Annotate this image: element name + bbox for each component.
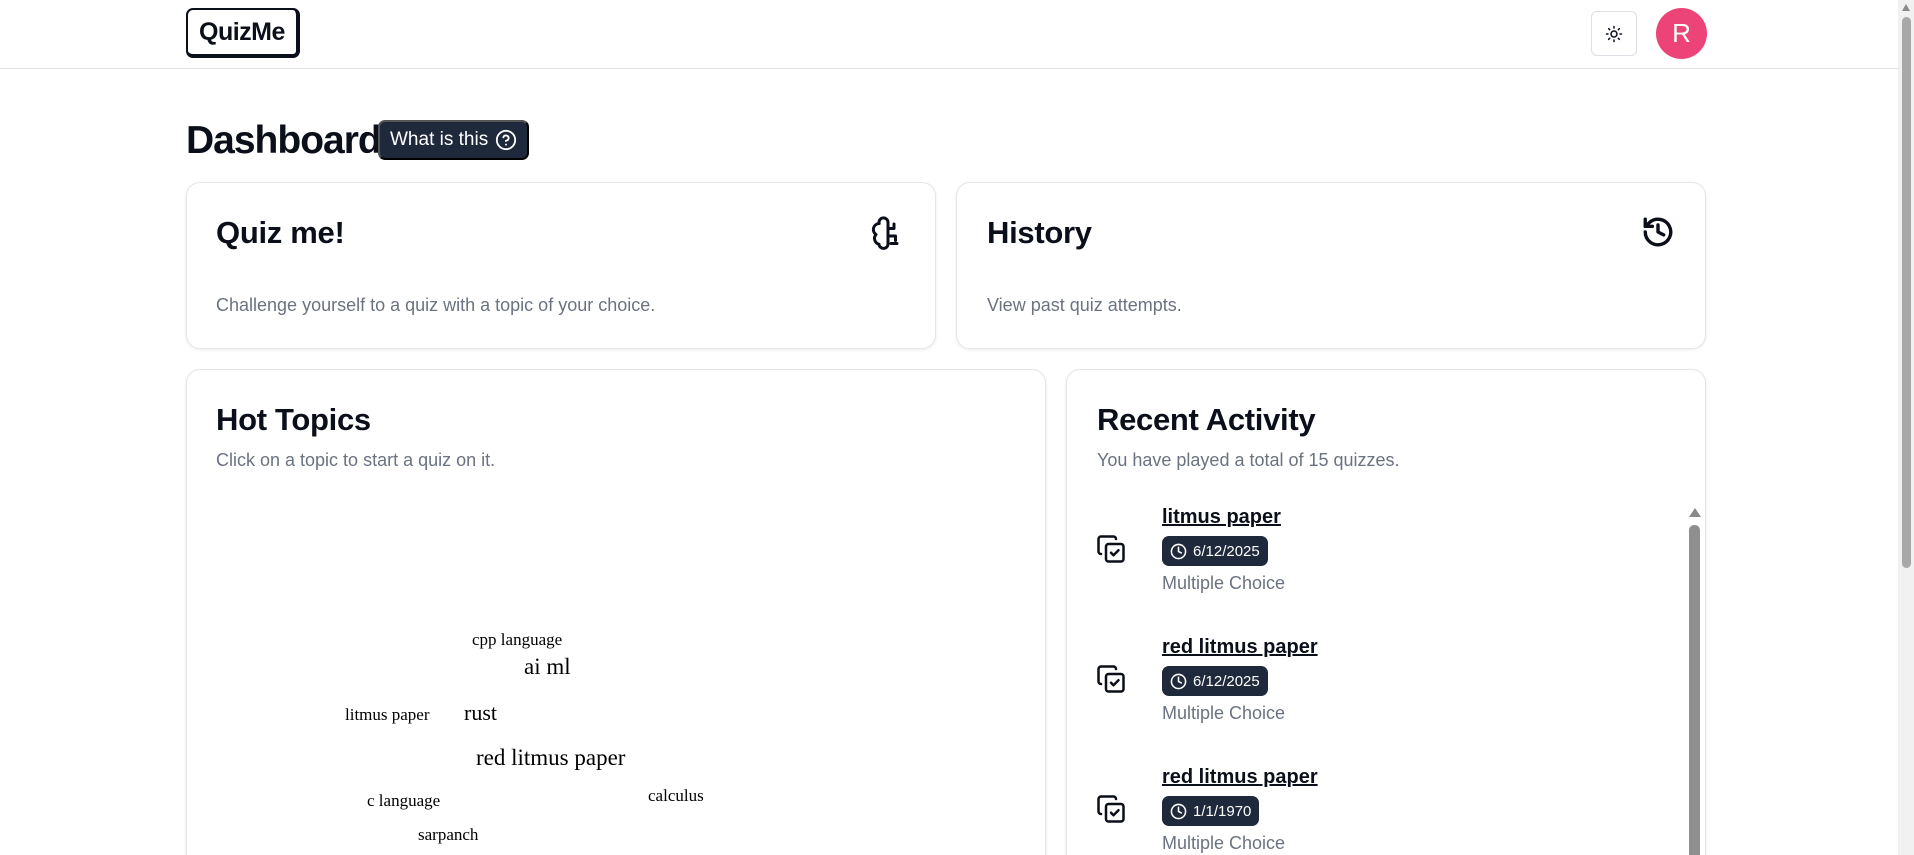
activity-title-link[interactable]: litmus paper bbox=[1162, 506, 1281, 529]
clock-icon bbox=[1170, 543, 1187, 559]
topic-word[interactable]: cpp language bbox=[472, 630, 562, 650]
activity-list-item: red litmus paper 1/1/1970 Multiple Choic… bbox=[1096, 766, 1656, 855]
page-title: Dashboard bbox=[186, 119, 382, 162]
topic-word[interactable]: sarpanch bbox=[418, 825, 478, 845]
copy-check-icon bbox=[1097, 535, 1125, 563]
scroll-up-arrow[interactable] bbox=[1689, 508, 1701, 517]
scrollbar-thumb[interactable] bbox=[1902, 17, 1911, 568]
quiz-me-description: Challenge yourself to a quiz with a topi… bbox=[216, 295, 656, 315]
activity-date-badge: 6/12/2025 bbox=[1162, 666, 1268, 696]
history-description: View past quiz attempts. bbox=[987, 295, 1182, 315]
activity-title-link[interactable]: red litmus paper bbox=[1162, 766, 1318, 789]
scroll-up-arrow[interactable] bbox=[1902, 4, 1910, 11]
topic-word[interactable]: red litmus paper bbox=[476, 745, 625, 771]
history-icon bbox=[1643, 217, 1673, 247]
activity-type: Multiple Choice bbox=[1162, 703, 1286, 723]
brain-icon bbox=[871, 216, 899, 250]
activity-list-item: litmus paper 6/12/2025 Multiple Choice bbox=[1096, 506, 1656, 626]
copy-check-icon bbox=[1097, 665, 1125, 693]
activity-list-scrollbar[interactable] bbox=[1688, 505, 1701, 855]
activity-title-link[interactable]: red litmus paper bbox=[1162, 636, 1318, 659]
activity-date-badge: 1/1/1970 bbox=[1162, 796, 1260, 826]
copy-check-icon bbox=[1097, 795, 1125, 823]
page-scrollbar[interactable] bbox=[1898, 0, 1914, 855]
scrollbar-thumb[interactable] bbox=[1689, 525, 1700, 855]
what-is-this-button[interactable]: What is this bbox=[378, 120, 530, 160]
history-card[interactable]: History View past quiz attempts. bbox=[956, 182, 1706, 349]
recent-activity-title: Recent Activity bbox=[1097, 402, 1316, 437]
activity-date: 1/1/1970 bbox=[1193, 802, 1252, 820]
activity-date: 6/12/2025 bbox=[1193, 672, 1260, 690]
sun-icon bbox=[1605, 25, 1623, 42]
topic-word[interactable]: ai ml bbox=[524, 654, 571, 680]
history-title: History bbox=[987, 215, 1092, 250]
topic-word[interactable]: litmus paper bbox=[345, 705, 430, 725]
topic-word[interactable]: rust bbox=[464, 700, 497, 726]
hot-topics-subtitle: Click on a topic to start a quiz on it. bbox=[216, 450, 496, 470]
hot-topics-title: Hot Topics bbox=[216, 402, 371, 437]
top-navbar: QuizMe R bbox=[0, 0, 1898, 69]
activity-type: Multiple Choice bbox=[1162, 833, 1286, 853]
clock-icon bbox=[1170, 803, 1187, 819]
app-logo[interactable]: QuizMe bbox=[186, 8, 300, 58]
clock-icon bbox=[1170, 673, 1187, 689]
what-is-this-label: What is this bbox=[390, 129, 489, 150]
topic-word[interactable]: calculus bbox=[648, 786, 704, 806]
user-avatar[interactable]: R bbox=[1656, 8, 1707, 59]
theme-toggle-button[interactable] bbox=[1591, 11, 1637, 56]
hot-topics-card: Hot Topics Click on a topic to start a q… bbox=[186, 369, 1046, 855]
quiz-me-card[interactable]: Quiz me! Challenge yourself to a quiz wi… bbox=[186, 182, 936, 349]
activity-list-item: red litmus paper 6/12/2025 Multiple Choi… bbox=[1096, 636, 1656, 756]
recent-activity-subtitle: You have played a total of 15 quizzes. bbox=[1097, 450, 1400, 470]
question-circle-icon bbox=[496, 129, 517, 151]
activity-date-badge: 6/12/2025 bbox=[1162, 536, 1268, 566]
topic-word[interactable]: c language bbox=[367, 791, 440, 811]
activity-type: Multiple Choice bbox=[1162, 573, 1286, 593]
quiz-me-title: Quiz me! bbox=[216, 215, 345, 250]
activity-date: 6/12/2025 bbox=[1193, 542, 1260, 560]
